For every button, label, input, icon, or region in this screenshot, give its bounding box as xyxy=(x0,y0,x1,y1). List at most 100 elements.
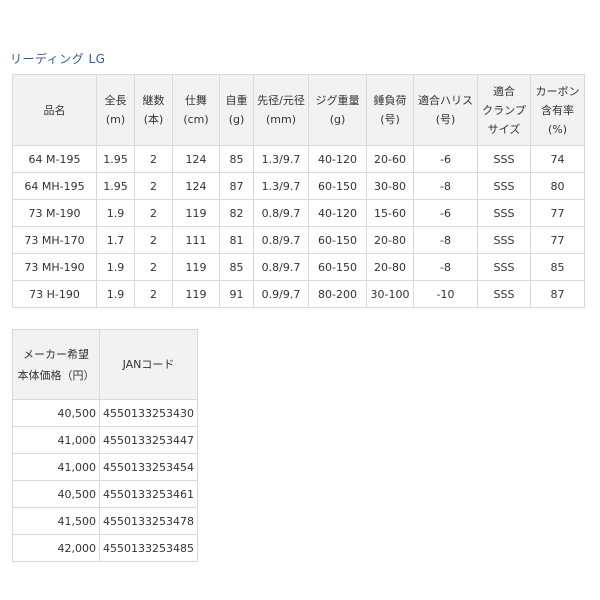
spec-header-text: (本) xyxy=(143,113,164,126)
spec-header-text: サイズ xyxy=(487,122,521,136)
spec-cell: SSS xyxy=(477,172,531,200)
page-title: リーディング LG xyxy=(10,52,106,66)
spec-cell: 124 xyxy=(172,145,220,173)
table-row: 64 M-195 1.95 2 124 85 1.3/9.7 40-120 20-60 -6 SS… xyxy=(12,145,585,173)
spec-cell: 82 xyxy=(219,199,254,227)
spec-cell: 77 xyxy=(530,199,585,227)
spec-cell: 85 xyxy=(219,253,254,281)
price-cell: 4550133253485 xyxy=(99,534,198,562)
spec-header-text: (%) xyxy=(547,122,568,136)
spec-cell: 0.8/9.7 xyxy=(253,199,309,227)
spec-cell: 77 xyxy=(530,226,585,254)
spec-header-text: (g) xyxy=(329,113,346,126)
spec-cell: 80-200 xyxy=(308,280,367,308)
spec-cell: 1.3/9.7 xyxy=(253,145,309,173)
spec-cell: 87 xyxy=(219,172,254,200)
spec-header-text: 自重 xyxy=(225,94,248,107)
spec-cell: -6 xyxy=(413,145,478,173)
spec-header-cell: 先径/元径 (mm) xyxy=(253,74,309,146)
spec-header-cell: 錘負荷 (号) xyxy=(366,74,414,146)
spec-cell: 111 xyxy=(172,226,220,254)
spec-cell: -6 xyxy=(413,199,478,227)
spec-cell: 0.8/9.7 xyxy=(253,226,309,254)
price-cell: 42,000 xyxy=(12,534,100,562)
price-table: メーカー希望 本体価格（円） JANコード 40,500 4550133253430 4… xyxy=(12,329,198,562)
price-header-cell: JANコード xyxy=(99,329,198,400)
spec-cell: 40-120 xyxy=(308,145,367,173)
spec-cell: 60-150 xyxy=(308,172,367,200)
table-row: 41,000 4550133253447 xyxy=(12,426,198,454)
spec-cell: 2 xyxy=(134,253,173,281)
spec-header-text: (mm) xyxy=(265,113,296,126)
spec-cell: 0.8/9.7 xyxy=(253,253,309,281)
spec-header-text: 品名 xyxy=(43,103,66,117)
spec-cell: -8 xyxy=(413,172,478,200)
price-header-text: 本体価格（円） xyxy=(17,368,95,382)
spec-cell: -8 xyxy=(413,253,478,281)
table-row: 42,000 4550133253485 xyxy=(12,534,198,562)
table-row: 41,000 4550133253454 xyxy=(12,453,198,481)
spec-cell: 20-80 xyxy=(366,226,414,254)
spec-cell: 73 M-190 xyxy=(12,199,97,227)
price-cell: 40,500 xyxy=(12,399,100,427)
price-cell: 4550133253461 xyxy=(99,480,198,508)
spec-cell: -8 xyxy=(413,226,478,254)
spec-cell: 119 xyxy=(172,253,220,281)
spec-header-cell: 全長 (m) xyxy=(96,74,135,146)
spec-cell: 119 xyxy=(172,199,220,227)
spec-cell: 2 xyxy=(134,172,173,200)
spec-header-text: 錘負荷 xyxy=(373,94,407,107)
spec-cell: SSS xyxy=(477,253,531,281)
price-header-text: メーカー希望 xyxy=(23,347,89,361)
spec-header-cell: ジグ重量 (g) xyxy=(308,74,367,146)
spec-header-cell: 自重 (g) xyxy=(219,74,254,146)
spec-cell: 124 xyxy=(172,172,220,200)
table-row: 64 MH-195 1.95 2 124 87 1.3/9.7 60-150 30-80 -8 S… xyxy=(12,172,585,200)
spec-header-text: (g) xyxy=(228,113,245,126)
spec-cell: 1.7 xyxy=(96,226,135,254)
table-row: 73 MH-190 1.9 2 119 85 0.8/9.7 60-150 20-80 -8 SS… xyxy=(12,253,585,281)
price-cell: 40,500 xyxy=(12,480,100,508)
spec-header-cell: 継数 (本) xyxy=(134,74,173,146)
spec-cell: 2 xyxy=(134,199,173,227)
spec-header-text: 適合 xyxy=(493,84,515,98)
spec-header-cell: 適合 クランプ サイズ xyxy=(477,74,531,146)
spec-cell: -10 xyxy=(413,280,478,308)
spec-header-text: 仕舞 xyxy=(185,94,207,107)
table-row: 40,500 4550133253461 xyxy=(12,480,198,508)
price-header-row: メーカー希望 本体価格（円） JANコード xyxy=(12,329,198,400)
spec-cell: 1.95 xyxy=(96,145,135,173)
spec-cell: 2 xyxy=(134,145,173,173)
spec-header-text: (号) xyxy=(380,113,400,126)
spec-cell: 81 xyxy=(219,226,254,254)
spec-cell: 60-150 xyxy=(308,226,367,254)
spec-header-row: 品名 全長 (m) 継数 (本) 仕舞 (cm) 自重 (g) 先径/元径 (mm) ジグ重量 (g) 錘… xyxy=(12,74,585,146)
table-row: 40,500 4550133253430 xyxy=(12,399,198,427)
price-cell: 4550133253447 xyxy=(99,426,198,454)
spec-cell: 20-60 xyxy=(366,145,414,173)
spec-cell: 1.9 xyxy=(96,280,135,308)
table-row: 73 MH-170 1.7 2 111 81 0.8/9.7 60-150 20-80 -8 SS… xyxy=(12,226,585,254)
spec-cell: 91 xyxy=(219,280,254,308)
spec-cell: 2 xyxy=(134,226,173,254)
spec-header-text: 継数 xyxy=(142,94,165,107)
price-cell: 4550133253478 xyxy=(99,507,198,535)
spec-table: 品名 全長 (m) 継数 (本) 仕舞 (cm) 自重 (g) 先径/元径 (mm) ジグ重量 (g) 錘… xyxy=(12,74,585,308)
spec-cell: 1.9 xyxy=(96,253,135,281)
spec-cell: 2 xyxy=(134,280,173,308)
spec-cell: 30-100 xyxy=(366,280,414,308)
spec-cell: 1.3/9.7 xyxy=(253,172,309,200)
spec-header-cell: 適合ハリス (号) xyxy=(413,74,478,146)
spec-cell: 60-150 xyxy=(308,253,367,281)
spec-header-text: 先径/元径 xyxy=(257,94,305,107)
spec-header-text: 含有率 xyxy=(541,103,574,117)
spec-header-text: カーボン xyxy=(535,84,580,98)
spec-cell: 80 xyxy=(530,172,585,200)
spec-cell: SSS xyxy=(477,199,531,227)
spec-cell: 64 M-195 xyxy=(12,145,97,173)
spec-cell: 0.9/9.7 xyxy=(253,280,309,308)
spec-cell: 64 MH-195 xyxy=(12,172,97,200)
price-header-cell: メーカー希望 本体価格（円） xyxy=(12,329,100,400)
table-row: 73 H-190 1.9 2 119 91 0.9/9.7 80-200 30-100 -10 S… xyxy=(12,280,585,308)
price-cell: 4550133253430 xyxy=(99,399,198,427)
